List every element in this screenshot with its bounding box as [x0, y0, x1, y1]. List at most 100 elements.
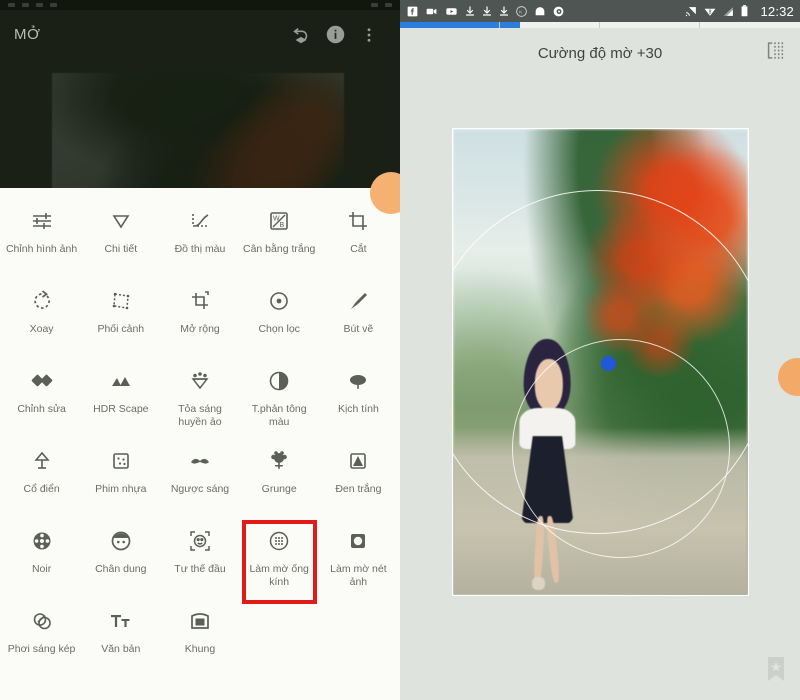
tool-item-healing[interactable]: Chỉnh sửa: [2, 358, 81, 436]
youtube-icon: [444, 5, 459, 18]
tool-label: Ngược sáng: [170, 483, 230, 495]
right-floating-orange-blob[interactable]: [778, 358, 800, 396]
tool-item-drama[interactable]: Kịch tính: [319, 358, 398, 436]
tool-item-frames[interactable]: Khung: [160, 598, 239, 676]
tool-item-lens-blur[interactable]: Làm mờ ống kính: [240, 518, 319, 604]
tool-label: Chỉnh sửa: [17, 403, 66, 415]
tool-item-text[interactable]: Văn bản: [81, 598, 160, 676]
subject-dress: [521, 436, 574, 524]
tool-label: Chỉnh hình ảnh: [5, 243, 78, 255]
healing-icon: [30, 366, 54, 396]
cast-icon: [684, 5, 698, 18]
crop-icon: [346, 206, 370, 236]
glamour-glow-icon: [188, 366, 212, 396]
tool-item-curves[interactable]: Đồ thị màu: [160, 198, 239, 276]
svg-text:K: K: [519, 9, 523, 15]
tool-item-glamour-glow[interactable]: Tỏa sáng huyền ảo: [160, 358, 239, 436]
tool-label: Làm mờ nét ảnh: [330, 563, 387, 588]
bookmark-watermark-icon: [766, 656, 786, 682]
tool-label: Kịch tính: [337, 403, 379, 415]
tool-label: Đen trắng: [335, 483, 382, 495]
right-phone-screen: K 12:32 Cường độ mờ +30: [400, 0, 800, 700]
tool-item-empty: [319, 598, 398, 676]
hdr-mountain-icon: [109, 366, 133, 396]
undo-stack-icon[interactable]: [284, 18, 318, 52]
tool-label: Xoay: [29, 323, 54, 335]
info-icon[interactable]: [318, 18, 352, 52]
camera-disc-icon: [552, 5, 565, 18]
status-icon: [22, 3, 29, 7]
subject-leg-right: [545, 515, 561, 583]
tools-grid: Chỉnh hình ảnh Chi tiết Đồ thị màu W B C…: [0, 188, 400, 676]
double-exposure-icon: [30, 606, 54, 636]
tool-item-perspective[interactable]: Phối cảnh: [81, 278, 160, 356]
tool-label: Chân dung: [95, 563, 147, 575]
tool-label: Tỏa sáng huyền ảo: [178, 403, 222, 428]
tool-item-grainy-film[interactable]: Phim nhựa: [81, 438, 160, 516]
tool-item-double-exposure[interactable]: Phơi sáng kép: [2, 598, 81, 676]
tool-label: Cân bằng trắng: [243, 243, 316, 255]
vignette-icon: [346, 526, 370, 556]
wifi-icon: [703, 5, 717, 18]
tool-label: Làm mờ ống kính: [249, 563, 309, 588]
tool-item-tonal-contrast[interactable]: T.phản tông màu: [240, 358, 319, 436]
tool-item-noir[interactable]: Noir: [2, 518, 81, 596]
tool-item-selective[interactable]: Chọn lọc: [240, 278, 319, 356]
tool-item-vignette[interactable]: Làm mờ nét ảnh: [319, 518, 398, 596]
status-clock: 12:32: [760, 3, 794, 19]
facebook-icon: [406, 5, 419, 18]
tool-item-hdr-scape[interactable]: HDR Scape: [81, 358, 160, 436]
photo-canvas[interactable]: [452, 128, 749, 596]
subject-leg-left: [533, 515, 545, 583]
grunge-icon: [267, 446, 291, 476]
tool-item-tune[interactable]: Chỉnh hình ảnh: [2, 198, 81, 276]
compare-icon[interactable]: [764, 40, 786, 67]
drama-cloud-icon: [346, 366, 370, 396]
tool-label: Bút vẽ: [343, 323, 374, 335]
tool-item-head-pose[interactable]: Tư thế đầu: [160, 518, 239, 596]
portrait-face-icon: [109, 526, 133, 556]
overflow-menu-icon[interactable]: [352, 18, 386, 52]
tool-label: Khung: [184, 643, 216, 655]
tool-label: Noir: [31, 563, 52, 575]
tool-label: Phơi sáng kép: [7, 643, 76, 655]
tool-label: Chọn lọc: [258, 323, 300, 335]
retrolux-icon: [188, 446, 212, 476]
lens-blur-icon: [267, 526, 291, 556]
expand-icon: [188, 286, 212, 316]
status-icon: [50, 3, 57, 7]
right-status-bar: K 12:32: [400, 0, 800, 22]
status-icon: [385, 3, 392, 7]
tool-item-brush[interactable]: Bút vẽ: [319, 278, 398, 356]
tune-icon: [30, 206, 54, 236]
video-camera-icon: [424, 5, 439, 18]
selective-icon: [267, 286, 291, 316]
photo-inner: [453, 129, 748, 595]
left-app-title: MỞ: [14, 26, 41, 43]
tool-item-details[interactable]: Chi tiết: [81, 198, 160, 276]
signal-icon: [722, 5, 735, 18]
tool-item-vintage[interactable]: Cổ điển: [2, 438, 81, 516]
black-white-icon: [346, 446, 370, 476]
vintage-lamp-icon: [30, 446, 54, 476]
subject-shoe: [531, 577, 545, 590]
tool-item-white-balance[interactable]: W B Cân bằng trắng: [240, 198, 319, 276]
tools-bottom-sheet: Chỉnh hình ảnh Chi tiết Đồ thị màu W B C…: [0, 188, 400, 700]
rotate-icon: [30, 286, 54, 316]
tool-label: Phim nhựa: [95, 483, 147, 495]
tool-item-expand[interactable]: Mở rộng: [160, 278, 239, 356]
tool-item-portrait[interactable]: Chân dung: [81, 518, 160, 596]
blur-center-handle[interactable]: [600, 356, 616, 372]
white-balance-icon: W B: [267, 206, 291, 236]
photo-road: [453, 427, 748, 595]
tool-label: Chi tiết: [104, 243, 138, 255]
curves-icon: [188, 206, 212, 236]
perspective-icon: [109, 286, 133, 316]
tool-item-retrolux[interactable]: Ngược sáng: [160, 438, 239, 516]
tool-item-black-white[interactable]: Đen trắng: [319, 438, 398, 516]
tool-item-grunge[interactable]: Grunge: [240, 438, 319, 516]
left-status-bar: [0, 0, 400, 10]
status-icon: [371, 3, 378, 7]
grainy-film-icon: [109, 446, 133, 476]
tool-item-rotate[interactable]: Xoay: [2, 278, 81, 356]
